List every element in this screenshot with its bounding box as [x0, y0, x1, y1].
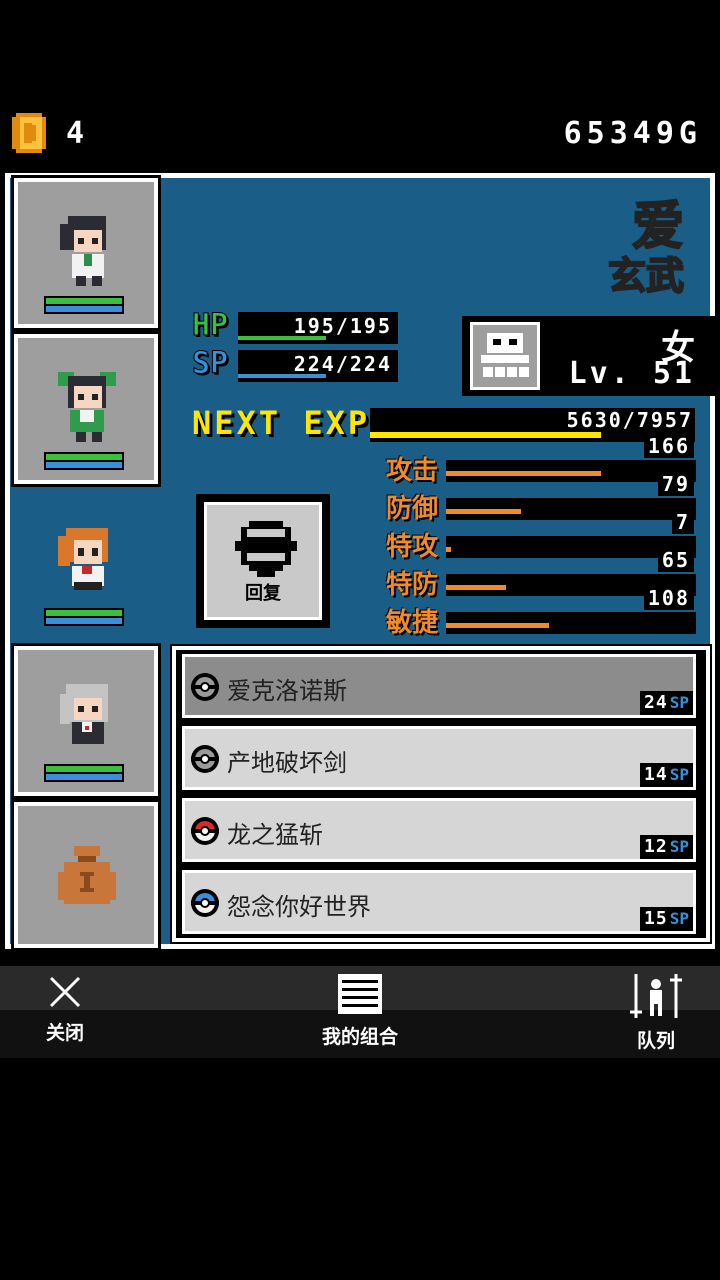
skill-name: 怨念你好世界: [227, 893, 371, 921]
attr-value: 108: [643, 586, 694, 610]
hp-label: HP: [191, 308, 229, 344]
attr-name: 敏捷: [386, 608, 439, 638]
attr-value: 65: [657, 548, 694, 572]
my-combo-button[interactable]: 我的组合: [300, 972, 420, 1049]
attr-row-agility: 敏捷 108: [386, 586, 696, 638]
skill-name: 爱克洛诺斯: [227, 677, 347, 705]
gold-amount: 65349G: [563, 116, 702, 151]
skill-orb-gray-icon: [191, 745, 219, 773]
character-name: 爱: [631, 197, 685, 257]
party-slot-1[interactable]: [11, 175, 161, 331]
restore-button[interactable]: 回复: [196, 494, 330, 628]
helmet-orb-icon: [235, 521, 297, 577]
dice-coin-icon: [12, 113, 46, 153]
character-sprite-green-ribbons: [58, 372, 116, 442]
next-exp-label: NEXT EXP: [192, 404, 371, 442]
formation-button[interactable]: 队列: [616, 972, 696, 1053]
hp-value: 195/195: [293, 314, 392, 338]
attr-value: 166: [643, 434, 694, 458]
character-info-box: 女 Lv. 51: [462, 316, 717, 396]
skill-cost: 15 SP: [640, 907, 693, 931]
sp-label: SP: [191, 346, 229, 382]
party-slot-3-bars: [44, 608, 124, 626]
attr-name: 特防: [386, 570, 439, 600]
close-label: 关闭: [45, 1022, 84, 1044]
skill-item[interactable]: 怨念你好世界 15 SP: [182, 870, 696, 934]
attr-value: 79: [657, 472, 694, 496]
skill-item[interactable]: 爱克洛诺斯 24 SP: [182, 654, 696, 718]
attr-name: 特攻: [386, 532, 439, 562]
sp-value: 224/224: [293, 352, 392, 376]
attr-row-defense: 防御 79: [386, 472, 696, 524]
party-slot-4[interactable]: [11, 643, 161, 799]
character-sprite-silver-hair: [60, 684, 108, 744]
skull-element-icon: [481, 333, 529, 377]
party-slot-1-bars: [44, 296, 124, 314]
character-class: 玄武: [607, 254, 685, 298]
party-slot-4-bars: [44, 764, 124, 782]
money-bag-icon: [58, 846, 116, 904]
sp-bar: 224/224: [238, 350, 398, 382]
formation-icon: [630, 974, 682, 1018]
attr-name: 攻击: [386, 456, 439, 486]
attr-value: 7: [671, 510, 694, 534]
skill-orb-gray-icon: [191, 673, 219, 701]
party-slot-2[interactable]: [11, 331, 161, 487]
character-sprite-orange-hair: [58, 528, 108, 590]
bottom-nav: 关闭 我的组合 队列: [0, 966, 720, 1058]
skill-orb-red-icon: [191, 817, 219, 845]
skill-name: 龙之猛斩: [227, 821, 323, 849]
element-icon-box: [470, 322, 540, 390]
attr-row-sp-attack: 特攻 7: [386, 510, 696, 562]
restore-label: 回复: [245, 583, 281, 604]
dice-count: 4: [66, 116, 87, 151]
attr-name: 防御: [386, 494, 439, 524]
skill-cost: 12 SP: [640, 835, 693, 859]
my-combo-label: 我的组合: [321, 1026, 398, 1048]
hp-bar: 195/195: [238, 312, 398, 344]
inventory-bag-slot[interactable]: [11, 799, 161, 951]
skill-cost: 14 SP: [640, 763, 693, 787]
character-sprite-dark-hair: [60, 216, 106, 286]
close-icon: [49, 976, 81, 1008]
party-slot-2-bars: [44, 452, 124, 470]
party-slot-3-selected[interactable]: [14, 490, 158, 640]
skill-name: 产地破坏剑: [227, 749, 347, 777]
close-button[interactable]: 关闭: [30, 972, 100, 1045]
skill-item[interactable]: 产地破坏剑 14 SP: [182, 726, 696, 790]
character-panel: 爱 玄武 HP 195/195 SP 224/224 女 Lv. 51 NEXT…: [5, 173, 717, 951]
attr-row-attack: 攻击 166: [386, 434, 696, 486]
exp-value: 5630/7957: [566, 408, 693, 432]
character-name-block: 爱 玄武: [607, 197, 685, 298]
character-level: Lv. 51: [568, 356, 695, 391]
skill-list: 爱克洛诺斯 24 SP 产地破坏剑 14 SP 龙之猛斩 12 SP 怨念你好世界: [170, 644, 712, 944]
formation-label: 队列: [636, 1030, 675, 1052]
list-icon: [338, 974, 382, 1014]
skill-cost: 24 SP: [640, 691, 693, 715]
skill-orb-blue-icon: [191, 889, 219, 917]
skill-item[interactable]: 龙之猛斩 12 SP: [182, 798, 696, 862]
